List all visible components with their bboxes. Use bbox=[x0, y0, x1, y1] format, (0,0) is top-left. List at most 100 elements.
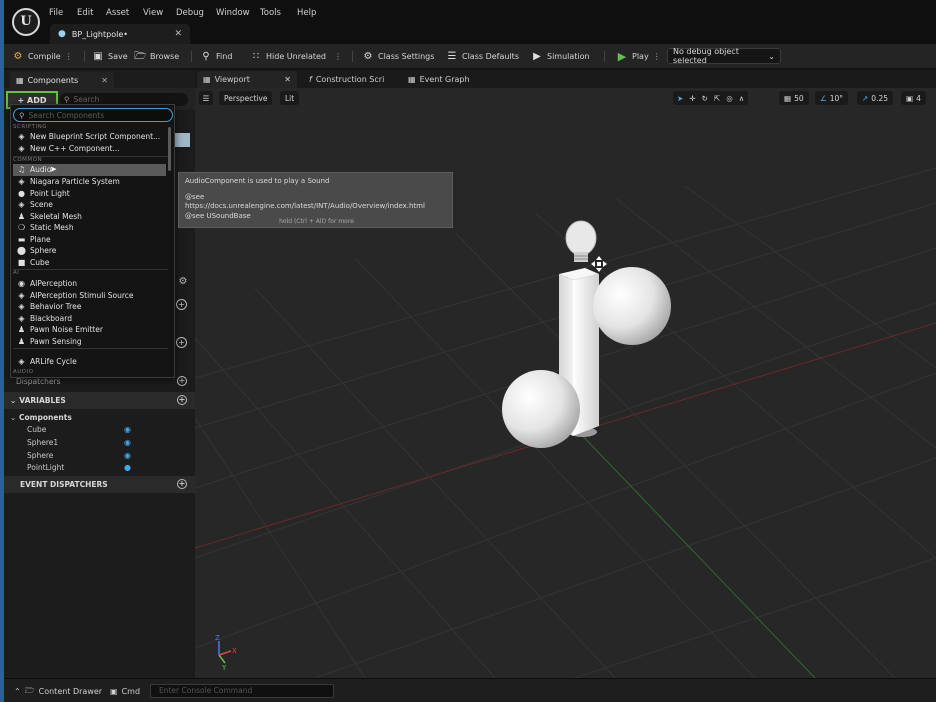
play-icon: ▶ bbox=[617, 49, 627, 63]
add-dispatcher-icon[interactable]: + bbox=[177, 376, 187, 386]
dropdown-item[interactable]: ◈ New Blueprint Script Component... bbox=[13, 131, 166, 143]
scale-icon[interactable]: ⇱ bbox=[714, 94, 720, 103]
menu-edit[interactable]: Edit bbox=[77, 8, 93, 18]
document-tab[interactable]: ● BP_Lightpole• ✕ bbox=[50, 24, 190, 44]
rotate-icon[interactable]: ↻ bbox=[702, 94, 708, 103]
dropdown-item-label: Blackboard bbox=[30, 314, 72, 324]
dropdown-item[interactable]: ⬤ Sphere bbox=[13, 245, 166, 257]
angle-icon: ∠ bbox=[820, 93, 827, 103]
menu-file[interactable]: File bbox=[49, 8, 63, 18]
debug-object-select[interactable]: No debug object selected ⌄ bbox=[667, 47, 781, 65]
variable-row[interactable]: Sphere1 ◉ bbox=[4, 436, 195, 449]
dropdown-item[interactable]: ❍ Static Mesh bbox=[13, 222, 166, 234]
dropdown-item[interactable]: ◈ Behavior Tree bbox=[13, 301, 166, 313]
dropdown-scrollbar[interactable] bbox=[168, 127, 171, 171]
grid-snap-button[interactable]: ▦ 50 bbox=[779, 91, 809, 105]
console-input[interactable]: Enter Console Command bbox=[150, 684, 334, 698]
compile-button[interactable]: ⚙ Compile ⋮ bbox=[12, 49, 73, 64]
browse-icon: 🗁 bbox=[134, 50, 147, 62]
dropdown-item-label: Behavior Tree bbox=[30, 302, 82, 312]
class-settings-button[interactable]: ⚙ Class Settings bbox=[362, 49, 435, 64]
dropdown-item[interactable]: ◈ Scene bbox=[13, 199, 166, 211]
dropdown-item[interactable]: ◈ Niagara Particle System bbox=[13, 176, 166, 188]
blueprint-icon: ◈ bbox=[18, 132, 25, 142]
surface-snap-icon[interactable]: ∧ bbox=[739, 94, 745, 103]
scale-snap-icon: ↗ bbox=[862, 93, 869, 103]
perspective-button[interactable]: Perspective bbox=[219, 91, 273, 105]
class-defaults-button[interactable]: ☰ Class Defaults bbox=[446, 49, 519, 64]
add-function-icon[interactable]: + bbox=[176, 299, 187, 310]
dropdown-item[interactable]: ■ Cube bbox=[13, 257, 166, 269]
hide-unrelated-options-icon[interactable]: ⋮ bbox=[334, 52, 342, 61]
simulation-button[interactable]: ▶ Simulation bbox=[531, 49, 589, 64]
rotation-snap-button[interactable]: ∠ 10° bbox=[815, 91, 849, 105]
close-icon[interactable]: ✕ bbox=[284, 75, 291, 84]
hide-unrelated-button[interactable]: ∷ Hide Unrelated ⋮ bbox=[250, 49, 342, 64]
dropdown-item-audio[interactable]: ♫ Audio ➤ bbox=[13, 164, 166, 176]
dropdown-item[interactable]: ◈ New C++ Component... bbox=[13, 143, 166, 155]
add-event-dispatcher-icon[interactable]: + bbox=[177, 479, 187, 489]
close-icon[interactable]: ✕ bbox=[174, 29, 182, 39]
tab-construction-script[interactable]: f Construction Scri bbox=[303, 71, 390, 88]
menu-view[interactable]: View bbox=[143, 8, 163, 18]
menu-debug[interactable]: Debug bbox=[176, 8, 204, 18]
chevron-up-icon: ⌃ bbox=[14, 687, 21, 696]
menu-asset[interactable]: Asset bbox=[106, 8, 129, 18]
add-variable-icon[interactable]: + bbox=[177, 395, 187, 405]
variable-row[interactable]: PointLight ● bbox=[4, 461, 195, 474]
lit-button[interactable]: Lit bbox=[280, 91, 300, 105]
select-cursor-icon[interactable]: ➤ bbox=[677, 94, 683, 103]
unreal-logo-icon[interactable]: U bbox=[12, 8, 40, 36]
sphere-icon: ⬤ bbox=[17, 246, 26, 256]
dropdown-item[interactable]: ♟ Skeletal Mesh bbox=[13, 211, 166, 223]
play-options-icon[interactable]: ⋮ bbox=[653, 52, 661, 61]
cmd-button[interactable]: ▣ Cmd bbox=[110, 685, 140, 698]
dropdown-item[interactable]: ◈ AIPerception Stimuli Source bbox=[13, 290, 166, 302]
dropdown-item[interactable]: ● Point Light bbox=[13, 188, 166, 200]
variables-header[interactable]: ⌄ VARIABLES + bbox=[4, 392, 195, 409]
content-drawer-icon: 🗁 bbox=[24, 685, 35, 695]
components-tab[interactable]: ▦ Components ✕ bbox=[10, 72, 114, 88]
dropdown-item[interactable]: ♟ Pawn Noise Emitter bbox=[13, 324, 166, 336]
dropdown-item[interactable]: ◈ Blackboard bbox=[13, 313, 166, 325]
dropdown-item[interactable]: ◈ ARLife Cycle bbox=[13, 356, 166, 368]
simulation-icon: ▶ bbox=[533, 50, 541, 62]
find-button[interactable]: ⚲ Find bbox=[200, 49, 232, 64]
play-button[interactable]: ▶ Play ⋮ bbox=[616, 49, 661, 64]
camera-speed-button[interactable]: ▣ 4 bbox=[901, 91, 926, 105]
menu-window[interactable]: Window bbox=[216, 8, 250, 18]
dropdown-item-label: ARLife Cycle bbox=[30, 357, 77, 367]
lightpole-mesh[interactable] bbox=[502, 220, 671, 448]
move-icon[interactable]: ✛ bbox=[689, 94, 695, 103]
class-settings-label: Class Settings bbox=[378, 52, 435, 61]
viewport-menu-button[interactable]: ☰ bbox=[199, 91, 213, 105]
dropdown-item-label: Audio bbox=[30, 165, 52, 175]
compile-options-icon[interactable]: ⋮ bbox=[65, 52, 73, 61]
debug-object-value: No debug object selected bbox=[673, 47, 739, 65]
chevron-down-icon: ⌄ bbox=[10, 413, 17, 422]
variable-row[interactable]: Cube ◉ bbox=[4, 423, 195, 436]
dropdown-item[interactable]: ▬ Plane bbox=[13, 234, 166, 246]
menu-help[interactable]: Help bbox=[297, 8, 316, 18]
tab-construction-label: Construction Scri bbox=[315, 75, 385, 84]
close-icon[interactable]: ✕ bbox=[101, 76, 108, 85]
world-local-icon[interactable]: ◎ bbox=[726, 94, 733, 103]
menu-tools[interactable]: Tools bbox=[260, 8, 281, 18]
tab-event-graph[interactable]: ▦ Event Graph bbox=[402, 71, 476, 88]
class-defaults-label: Class Defaults bbox=[462, 52, 519, 61]
event-dispatchers-header[interactable]: EVENT DISPATCHERS + bbox=[4, 476, 195, 493]
pawn-sensing-icon: ♟ bbox=[17, 337, 26, 347]
function-icon: f bbox=[309, 75, 312, 84]
tab-viewport[interactable]: ▦ Viewport ✕ bbox=[197, 71, 297, 88]
toolbar-divider bbox=[191, 51, 192, 62]
gear-icon[interactable]: ⚙ bbox=[177, 276, 189, 288]
content-drawer-button[interactable]: ⌃ 🗁 Content Drawer bbox=[14, 685, 102, 698]
add-macro-icon[interactable]: + bbox=[176, 337, 187, 348]
scale-snap-button[interactable]: ↗ 0.25 bbox=[857, 91, 893, 105]
save-button[interactable]: ▣ Save bbox=[92, 49, 127, 64]
component-search-input[interactable]: ⚲ Search Components bbox=[13, 108, 173, 122]
play-label: Play bbox=[632, 52, 649, 61]
dropdown-item[interactable]: ♟ Pawn Sensing bbox=[13, 336, 166, 348]
browse-button[interactable]: 🗁 Browse bbox=[134, 49, 179, 64]
dropdown-item[interactable]: ◉ AIPerception bbox=[13, 278, 166, 290]
